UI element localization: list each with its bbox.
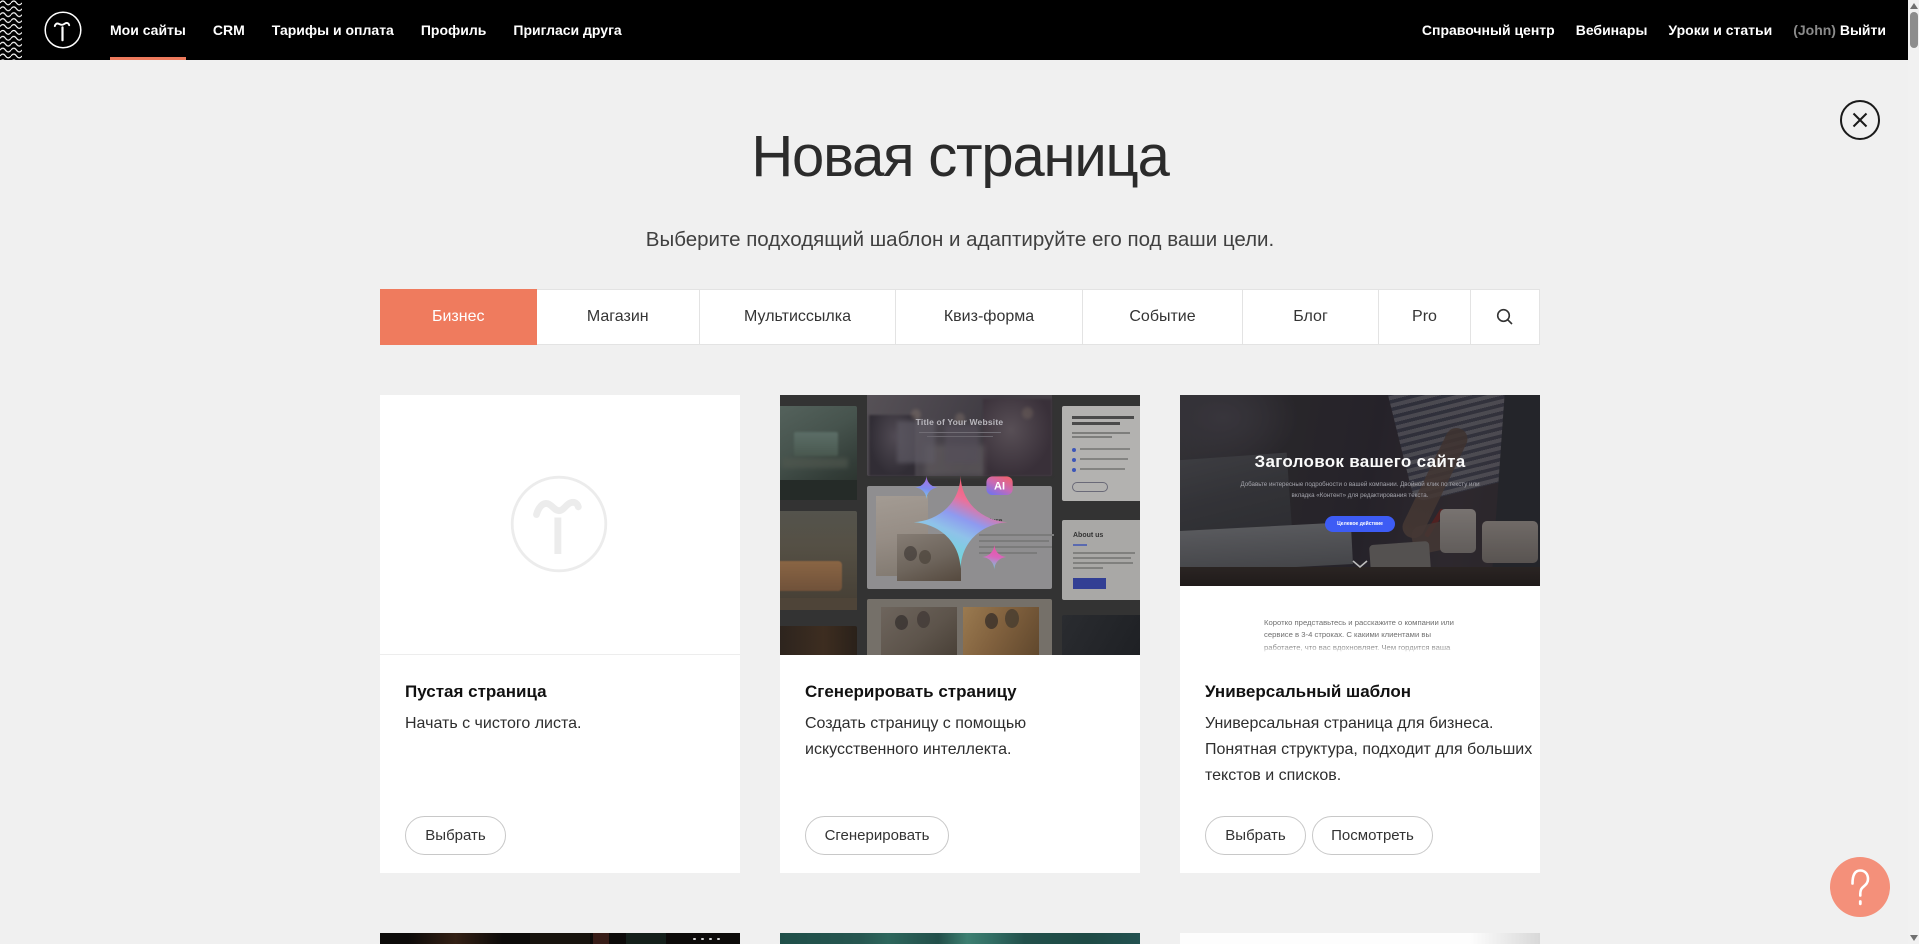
svg-text:AI: AI	[994, 481, 1005, 493]
